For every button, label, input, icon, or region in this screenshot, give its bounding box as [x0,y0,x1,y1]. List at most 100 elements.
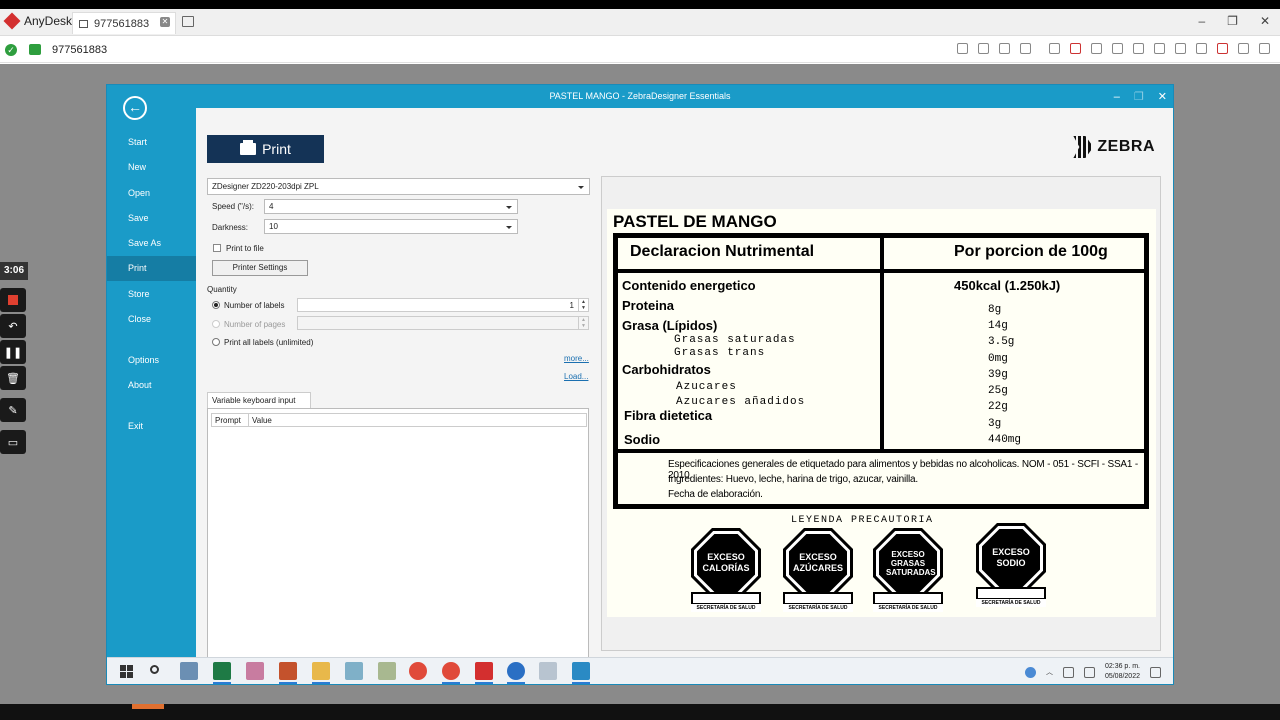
print-to-file-checkbox[interactable] [213,244,221,252]
variable-keyboard-input-tab[interactable]: Variable keyboard input [207,392,311,408]
settings-icon[interactable] [1238,43,1249,54]
column-value[interactable]: Value [249,414,272,426]
app-icon[interactable] [345,662,363,680]
row-saturadas: Grasas saturadas [674,334,796,346]
help-icon[interactable] [1024,666,1036,678]
load-link[interactable]: Load... [564,372,588,381]
table-divider-footer [618,449,1144,453]
files-icon[interactable] [999,43,1010,54]
calculator-icon[interactable] [180,662,198,680]
print-button[interactable]: Print [207,135,324,163]
menu-store[interactable]: Store [107,282,196,307]
file-explorer-icon[interactable] [312,662,330,684]
paint-icon[interactable] [246,662,264,680]
minimize-icon[interactable]: – [1198,14,1205,28]
number-of-labels-input[interactable]: 1 ▲ ▼ [297,298,589,312]
zebradesigner-taskbar-icon[interactable] [572,662,590,684]
volume-icon[interactable] [1083,666,1095,678]
menu-save-as[interactable]: Save As [107,231,196,256]
transfer-icon[interactable] [978,43,989,54]
anydesk-app-name: AnyDesk [24,14,73,28]
message-icon[interactable] [1112,43,1123,54]
menu-options[interactable]: Options [107,348,196,373]
keyboard-icon[interactable] [1154,43,1165,54]
speed-select[interactable]: 4 [264,199,518,214]
display-icon[interactable] [1070,43,1081,54]
anydesk-logo[interactable]: AnyDesk [3,12,73,30]
privacy-icon[interactable] [1196,43,1207,54]
chevron-up-icon[interactable]: ︿ [1046,667,1053,677]
action-icon[interactable] [1133,43,1144,54]
excel-icon[interactable] [213,662,231,684]
monitor-switch-icon[interactable] [1091,43,1102,54]
more-link[interactable]: more... [564,354,589,363]
menu-start[interactable]: Start [107,130,196,155]
print-all-labels-radio[interactable] [212,338,220,346]
pen-icon[interactable]: ✎ [0,398,26,422]
favorite-icon[interactable] [1020,43,1031,54]
menu-about[interactable]: About [107,373,196,398]
close-tab-icon[interactable]: ✕ [160,17,170,27]
mail-icon[interactable] [539,662,557,680]
zebra-minimize-icon[interactable]: – [1114,91,1120,103]
menu-print[interactable]: Print [107,256,196,281]
close-icon[interactable]: ✕ [1260,14,1270,28]
trash-icon[interactable]: 🗑 [0,366,26,390]
search-icon[interactable] [147,662,165,680]
new-session-icon[interactable] [182,16,194,27]
pause-icon[interactable]: ❚❚ [0,340,26,364]
menu-open[interactable]: Open [107,181,196,206]
nutrition-table: Declaracion Nutrimental Por porcion de 1… [613,233,1149,509]
row-trans-value: 0mg [988,353,1008,365]
anydesk-taskbar-icon[interactable] [475,662,493,684]
undo-icon[interactable]: ↶ [0,314,26,338]
seal-footer: SECRETARÍA DE SALUD [976,598,1046,607]
menu-close[interactable]: Close [107,307,196,332]
stepper-icon[interactable]: ▲ ▼ [578,299,588,311]
chevron-down-icon [506,225,512,229]
session-tab-label: 977561883 [94,17,150,30]
menu-save[interactable]: Save [107,206,196,231]
chat-icon[interactable] [957,43,968,54]
network-icon[interactable] [1062,666,1074,678]
quantity-label: Quantity [207,285,237,294]
row-fibra: Fibra dietetica [624,408,713,423]
stop-record-icon[interactable] [0,288,26,312]
restore-icon[interactable]: ❐ [1227,14,1238,28]
row-azucares-value: 25g [988,385,1008,397]
notepad-icon[interactable] [378,662,396,680]
zebra-close-icon[interactable]: ✕ [1158,90,1167,103]
chrome-profile-icon[interactable] [442,662,460,684]
darkness-select-value: 10 [269,222,278,231]
number-of-labels-radio[interactable] [212,301,220,309]
printer-settings-button[interactable]: Printer Settings [212,260,308,276]
number-of-pages-input[interactable]: ▲ ▼ [297,316,589,330]
camera-icon[interactable]: ▭ [0,430,26,454]
teamviewer-icon[interactable] [507,662,525,684]
number-of-labels-label: Number of labels [224,301,285,310]
file-manager-icon[interactable] [1049,43,1060,54]
darkness-select[interactable]: 10 [264,219,518,234]
menu-exit[interactable]: Exit [107,414,196,439]
print-button-label: Print [262,141,291,157]
seal-exceso-grasas: EXCESO GRASAS SATURADAS SECRETARÍA DE SAL… [873,528,943,612]
arrow-left-icon[interactable]: ← [123,96,147,120]
row-anadidos: Azucares añadidos [676,396,806,408]
powerpoint-icon[interactable] [279,662,297,684]
number-of-pages-radio[interactable] [212,320,220,328]
session-tab[interactable]: 977561883 ✕ [72,12,176,34]
chrome-icon[interactable] [409,662,427,680]
column-prompt[interactable]: Prompt [212,414,249,426]
record-icon[interactable] [1217,43,1228,54]
clock[interactable]: 02:36 p. m. 05/08/2022 [1105,662,1140,682]
footer-ingredientes: Ingredientes: Huevo, leche, harina de tr… [668,474,918,485]
printer-select[interactable]: ZDesigner ZD220-203dpi ZPL [207,178,590,195]
notifications-icon[interactable] [1150,666,1161,678]
stepper-icon[interactable]: ▲ ▼ [578,317,588,329]
menu-new[interactable]: New [107,155,196,180]
zebra-maximize-icon[interactable]: ❐ [1134,90,1144,103]
menu-icon[interactable] [1259,43,1270,54]
row-sodio: Sodio [624,432,661,447]
permissions-icon[interactable] [1175,43,1186,54]
windows-start-icon[interactable] [117,662,135,680]
